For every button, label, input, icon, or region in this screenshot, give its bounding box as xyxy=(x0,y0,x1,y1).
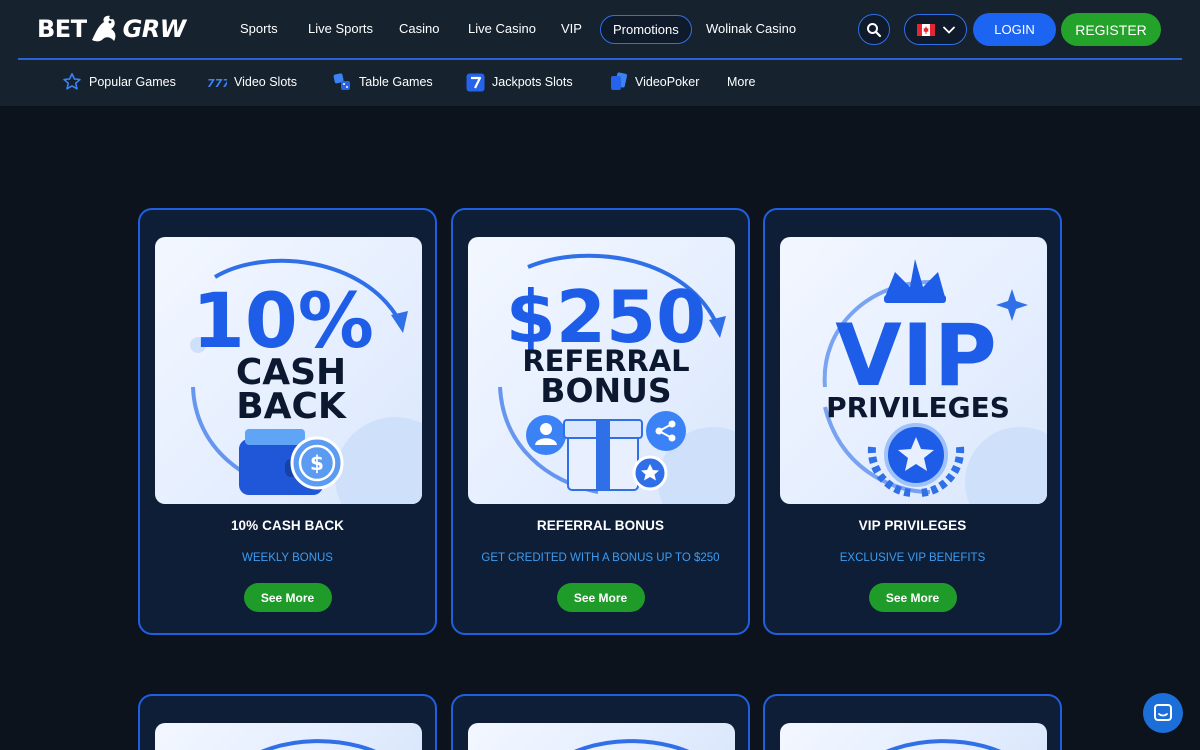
subnav-videopoker[interactable]: VideoPoker xyxy=(609,71,699,93)
promo-image-partial[interactable] xyxy=(468,723,735,750)
promo-card-referral: $250 REFERRAL BONUS REFERRAL BONUS GET C… xyxy=(451,208,750,635)
promo-image-partial[interactable] xyxy=(155,723,422,750)
vip-art-icon: VIP PRIVILEGES xyxy=(822,259,1047,504)
nav-sports[interactable]: Sports xyxy=(240,21,278,36)
chevron-down-icon xyxy=(942,26,955,34)
seven-icon xyxy=(466,73,485,91)
art-line-3: BONUS xyxy=(540,371,671,410)
login-button[interactable]: LOGIN xyxy=(973,13,1056,46)
promo-subtitle: WEEKLY BONUS xyxy=(242,552,333,564)
promo-title: 10% CASH BACK xyxy=(230,518,345,533)
subnav-jackpots-slots[interactable]: Jackpots Slots xyxy=(466,71,573,93)
language-selector[interactable] xyxy=(904,14,967,45)
header-divider xyxy=(18,58,1182,60)
svg-text:777: 777 xyxy=(207,77,227,89)
referral-promo-image[interactable]: $250 REFERRAL BONUS xyxy=(468,237,735,504)
subnav-label: VideoPoker xyxy=(635,75,700,89)
subnav-more[interactable]: More xyxy=(727,71,755,93)
svg-text:$: $ xyxy=(310,451,324,475)
promo-art-partial-icon xyxy=(574,739,690,750)
promo-card-cashback: 10% CASH BACK $ 10% CASH BACK WEEKLY BON… xyxy=(138,208,437,635)
promo-subtitle: EXCLUSIVE VIP BENEFITS xyxy=(839,552,986,564)
dragon-logo-icon xyxy=(91,15,116,42)
see-more-button[interactable]: See More xyxy=(868,583,957,612)
register-button[interactable]: REGISTER xyxy=(1061,13,1161,46)
cards-icon xyxy=(611,72,627,90)
subnav-label: More xyxy=(727,75,756,89)
chat-icon xyxy=(1154,704,1172,721)
vip-promo-image[interactable]: VIP PRIVILEGES xyxy=(780,237,1047,504)
nav-wolinak-casino[interactable]: Wolinak Casino xyxy=(706,21,796,36)
logo-text-left: BET xyxy=(37,15,87,43)
dice-icon xyxy=(333,73,350,90)
search-icon xyxy=(867,22,882,37)
art-line-2: PRIVILEGES xyxy=(826,391,1010,424)
see-more-button[interactable]: See More xyxy=(243,583,332,612)
promo-card-partial xyxy=(138,694,437,750)
promo-card-vip: VIP PRIVILEGES VIP PRIVILEGES EXCLUSIVE … xyxy=(763,208,1062,635)
slots-777-icon: 777 xyxy=(207,77,227,89)
promo-title: REFERRAL BONUS xyxy=(536,518,665,533)
cashback-art-icon: 10% CASH BACK $ xyxy=(190,258,422,504)
nav-live-casino[interactable]: Live Casino xyxy=(468,21,536,36)
promo-card-partial xyxy=(451,694,750,750)
promo-art-partial-icon xyxy=(886,739,1002,750)
main-nav-row: BET GRW Sports Live Sports Casino Live C… xyxy=(0,0,1200,58)
chat-launcher-button[interactable] xyxy=(1143,693,1183,733)
cashback-promo-image[interactable]: 10% CASH BACK $ xyxy=(155,237,422,504)
promo-card-partial xyxy=(763,694,1062,750)
promo-image-partial[interactable] xyxy=(780,723,1047,750)
promo-art-partial-icon xyxy=(261,739,377,750)
referral-art-icon: $250 REFERRAL BONUS xyxy=(498,253,735,504)
subnav-table-games[interactable]: Table Games xyxy=(332,71,433,93)
canada-flag-icon xyxy=(916,23,935,36)
subnav-label: Jackpots Slots xyxy=(492,75,573,89)
nav-casino[interactable]: Casino xyxy=(399,21,439,36)
subnav-popular-games[interactable]: Popular Games xyxy=(62,71,176,93)
subnav-label: Popular Games xyxy=(89,75,176,89)
subnav-video-slots[interactable]: 777 Video Slots xyxy=(207,71,297,93)
star-icon xyxy=(63,73,81,90)
search-button[interactable] xyxy=(858,14,890,45)
promo-subtitle: GET CREDITED WITH A BONUS UP TO $250 xyxy=(481,552,720,564)
nav-live-sports[interactable]: Live Sports xyxy=(308,21,373,36)
subnav-label: Table Games xyxy=(359,75,433,89)
site-header: BET GRW Sports Live Sports Casino Live C… xyxy=(0,0,1200,106)
nav-promotions[interactable]: Promotions xyxy=(600,15,692,44)
site-logo[interactable]: BET GRW xyxy=(37,12,186,46)
nav-vip[interactable]: VIP xyxy=(561,21,582,36)
subnav-label: Video Slots xyxy=(234,75,298,89)
see-more-button[interactable]: See More xyxy=(556,583,645,612)
art-line-3: BACK xyxy=(236,386,347,427)
promo-title: VIP PRIVILEGES xyxy=(858,518,967,533)
logo-text-right: GRW xyxy=(122,15,187,43)
